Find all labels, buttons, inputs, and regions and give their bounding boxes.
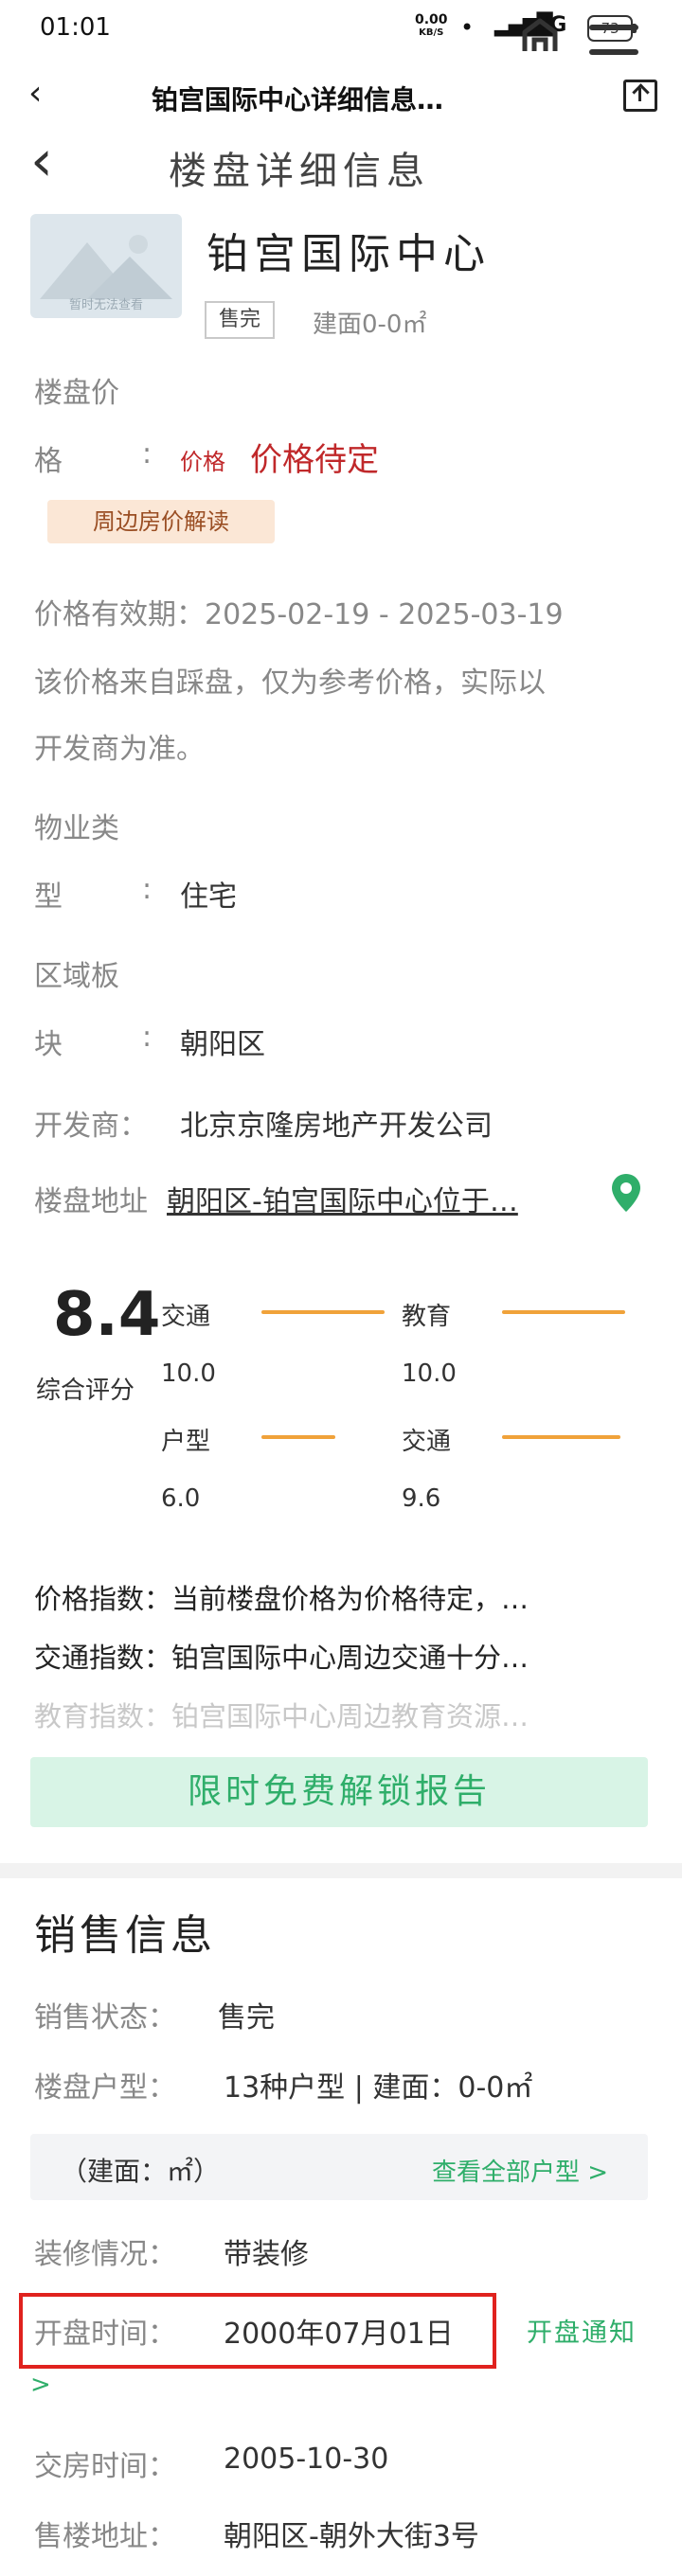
net-speed-value: 0.00 — [415, 12, 448, 27]
address-label: 楼盘地址 — [34, 1185, 148, 1218]
status-time: 01:01 — [40, 13, 111, 42]
developer-value: 北京京隆房地产开发公司 — [180, 1110, 493, 1143]
district-colon: : — [142, 1021, 153, 1054]
decoration-label: 装修情况： — [34, 2238, 176, 2271]
sales-status-value: 售完 — [218, 2001, 275, 2034]
net-speed-unit: KB/S — [419, 27, 444, 38]
developer-label: 开发商： — [34, 1110, 148, 1143]
score-value: 9.6 — [402, 1484, 441, 1513]
back-icon[interactable]: ‹ — [30, 133, 53, 189]
opening-date-value: 2000年07月01日 — [224, 2318, 454, 2351]
wifi-icon: • — [460, 14, 475, 41]
browser-title: 铂宫国际中心详细信息… — [152, 84, 444, 115]
score-name: 户型 — [161, 1428, 211, 1456]
delivery-date-label: 交房时间： — [34, 2450, 176, 2483]
net-speed: 0.00 KB/S — [415, 13, 448, 40]
unlock-report-button[interactable]: 限时免费解锁报告 — [30, 1757, 648, 1827]
view-all-unit-types-link[interactable]: 查看全部户型 > — [432, 2153, 608, 2188]
price-note-line2: 开发商为准。 — [34, 733, 205, 766]
score-name: 交通 — [161, 1303, 211, 1331]
property-colon: : — [142, 873, 153, 906]
score-value: 10.0 — [161, 1359, 216, 1388]
price-colon: : — [142, 437, 153, 471]
project-image[interactable]: 暂时无法查看 — [30, 214, 182, 318]
sales-address-label: 售楼地址： — [34, 2520, 176, 2553]
score-name: 交通 — [402, 1428, 452, 1456]
property-label-1: 物业类 — [34, 812, 119, 845]
browser-back-icon[interactable]: ‹ — [28, 74, 42, 113]
property-value: 住宅 — [180, 880, 237, 914]
score-bar — [261, 1310, 385, 1314]
price-validity: 价格有效期：2025-02-19 - 2025-03-19 — [34, 598, 564, 631]
price-note-line1: 该价格来自踩盘，仅为参考价格，实际以 — [34, 666, 546, 700]
district-label-1: 区域板 — [34, 960, 119, 993]
price-label-2: 格 — [34, 445, 63, 478]
score-name: 教育 — [402, 1303, 452, 1331]
price-label-1: 楼盘价 — [34, 377, 119, 410]
project-area: 建面0-0㎡ — [313, 311, 427, 339]
score-bar — [261, 1435, 335, 1439]
delivery-date-value: 2005-10-30 — [224, 2443, 389, 2476]
section-divider — [0, 1863, 682, 1878]
sales-address-value: 朝阳区-朝外大街3号 — [224, 2520, 479, 2553]
sales-section-title: 销售信息 — [34, 1911, 216, 1960]
unit-area-text: （建面：㎡） — [61, 2156, 221, 2187]
status-bar: 01:01 0.00 KB/S • ▂▄▆█ 4G 73 — [0, 0, 682, 59]
overall-score: 8.4 — [53, 1280, 161, 1350]
overall-score-label: 综合评分 — [36, 1377, 135, 1405]
location-pin-icon[interactable] — [610, 1172, 642, 1214]
page-title: 楼盘详细信息 — [169, 150, 430, 193]
unit-types-value: 13种户型 | 建面：0-0㎡ — [224, 2071, 533, 2105]
score-value: 10.0 — [402, 1359, 457, 1388]
sales-status-label: 销售状态： — [34, 2001, 176, 2034]
score-value: 6.0 — [161, 1484, 201, 1513]
browser-titlebar: ‹ 铂宫国际中心详细信息… — [0, 59, 682, 129]
opening-notify-arrow[interactable]: > — [30, 2371, 51, 2399]
property-label-2: 型 — [34, 880, 63, 914]
unit-types-box: （建面：㎡） 查看全部户型 > — [30, 2134, 648, 2200]
opening-date-label: 开盘时间： — [34, 2318, 176, 2351]
status-badge: 售完 — [205, 301, 275, 339]
project-name: 铂宫国际中心 — [206, 230, 491, 278]
education-index[interactable]: 教育指数：铂宫国际中心周边教育资源… — [34, 1695, 529, 1734]
decoration-value: 带装修 — [224, 2238, 309, 2271]
traffic-index[interactable]: 交通指数：铂宫国际中心周边交通十分… — [34, 1636, 529, 1676]
image-caption: 暂时无法查看 — [68, 298, 143, 312]
unit-types-label: 楼盘户型： — [34, 2071, 176, 2105]
price-prefix: 价格 — [180, 449, 225, 475]
page-header: ‹ 楼盘详细信息 — [0, 129, 682, 216]
score-bar — [502, 1435, 620, 1439]
opening-notify-link[interactable]: 开盘通知 — [527, 2312, 637, 2349]
menu-icon[interactable] — [589, 21, 638, 59]
price-index[interactable]: 价格指数：当前楼盘价格为价格待定，… — [34, 1577, 529, 1617]
district-value: 朝阳区 — [180, 1028, 265, 1061]
address-link[interactable]: 朝阳区-铂宫国际中心位于… — [167, 1178, 518, 1219]
price-value: 价格待定 — [250, 441, 379, 479]
score-bar — [502, 1310, 625, 1314]
home-icon[interactable] — [521, 17, 559, 55]
price-analysis-badge[interactable]: 周边房价解读 — [47, 500, 275, 543]
district-label-2: 块 — [34, 1028, 63, 1061]
share-icon[interactable] — [623, 80, 657, 112]
